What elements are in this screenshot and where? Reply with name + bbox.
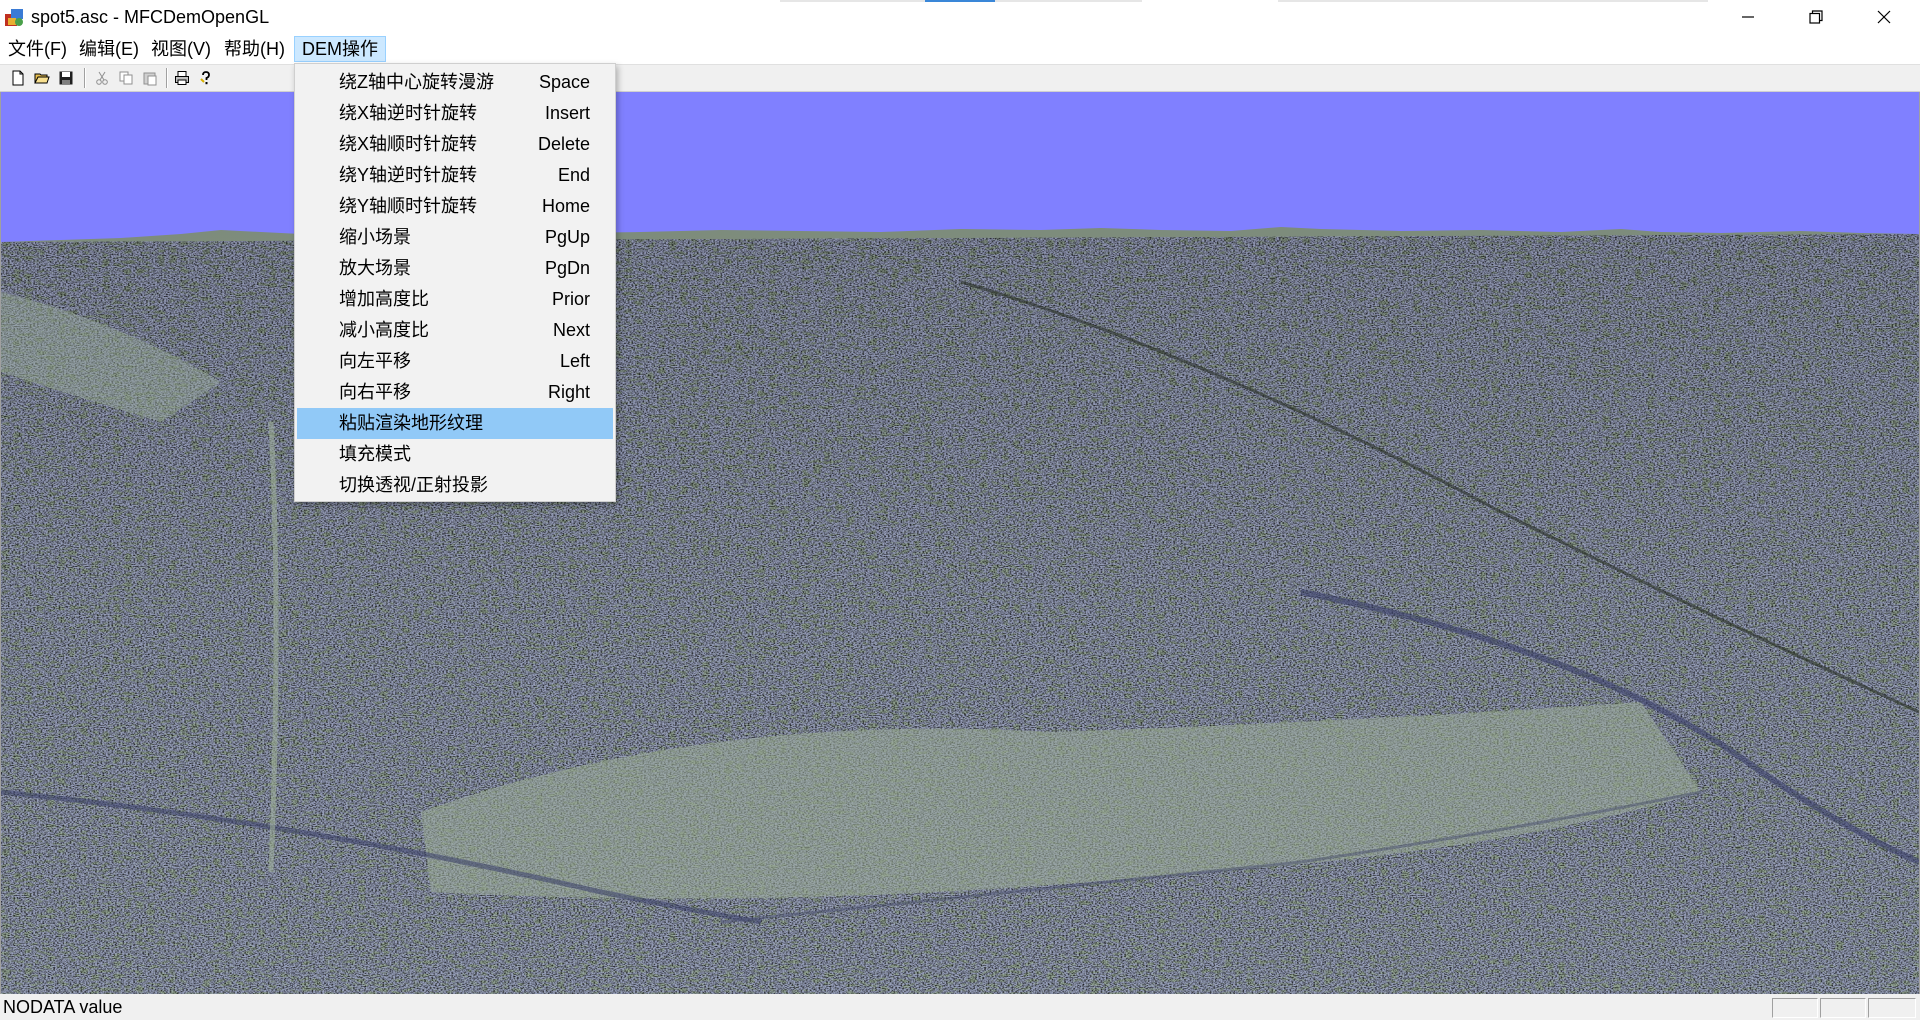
menu-item-shortcut: Left <box>559 351 590 371</box>
menu-file[interactable]: 文件(F) <box>1 36 74 62</box>
status-text: NODATA value <box>3 997 123 1017</box>
menu-item-label: 绕Y轴顺时针旋转 <box>339 196 478 216</box>
menu-item-shortcut: PgDn <box>544 258 590 278</box>
terrain-render <box>1 92 1919 994</box>
window-title: spot5.asc - MFCDemOpenGL <box>31 7 270 27</box>
menu-edit[interactable]: 编辑(E) <box>72 36 146 62</box>
menu-item-label: 绕Z轴中心旋转漫游 <box>339 72 494 92</box>
menu-item-shortcut: Delete <box>537 134 590 154</box>
menu-item-rotate-y-ccw[interactable]: 绕Y轴逆时针旋转 End <box>297 160 613 191</box>
dem-operations-menu: 绕Z轴中心旋转漫游 Space 绕X轴逆时针旋转 Insert 绕X轴顺时针旋转… <box>294 63 616 502</box>
menu-item-shortcut: Right <box>547 382 590 402</box>
save-disk-icon <box>59 71 73 85</box>
menu-item-label: 切换透视/正射投影 <box>339 475 489 495</box>
minimize-button[interactable] <box>1714 0 1782 34</box>
title-bar: spot5.asc - MFCDemOpenGL <box>0 0 1920 34</box>
minimize-icon <box>1742 16 1754 18</box>
print-button[interactable] <box>172 68 192 88</box>
toolbar-separator <box>166 68 168 88</box>
new-file-button[interactable] <box>8 68 28 88</box>
open-folder-icon <box>34 73 50 84</box>
menu-item-fill-mode[interactable]: 填充模式 <box>297 439 613 470</box>
restore-button[interactable] <box>1782 0 1850 34</box>
menu-item-shortcut: Home <box>541 196 590 216</box>
menu-help[interactable]: 帮助(H) <box>217 36 292 62</box>
paste-icon <box>143 72 157 86</box>
menu-bar: 文件(F) 编辑(E) 视图(V) 帮助(H) DEM操作 <box>0 34 1920 65</box>
menu-item-label: 缩小场景 <box>339 227 411 247</box>
dem-3d-viewport[interactable] <box>0 92 1920 995</box>
menu-item-label: 绕Y轴逆时针旋转 <box>339 165 478 185</box>
cut-icon <box>96 71 108 85</box>
menu-item-zoom-in[interactable]: 放大场景 PgDn <box>297 253 613 284</box>
menu-item-shortcut: PgUp <box>544 227 590 247</box>
close-button[interactable] <box>1850 0 1918 34</box>
status-pane-caps <box>1772 998 1818 1018</box>
menu-item-shortcut: Insert <box>544 103 590 123</box>
open-button[interactable] <box>32 68 52 88</box>
menu-item-decrease-height-ratio[interactable]: 减小高度比 Next <box>297 315 613 346</box>
menu-item-shortcut: Space <box>538 72 590 92</box>
status-bar: NODATA value <box>0 994 1920 1020</box>
print-icon <box>175 71 189 85</box>
help-icon <box>200 71 210 85</box>
menu-item-label: 绕X轴逆时针旋转 <box>339 103 478 123</box>
menu-item-label: 增加高度比 <box>339 289 429 309</box>
menu-item-increase-height-ratio[interactable]: 增加高度比 Prior <box>297 284 613 315</box>
menu-item-pan-right[interactable]: 向右平移 Right <box>297 377 613 408</box>
title-bar-divider <box>1278 0 1708 2</box>
copy-button[interactable] <box>116 68 136 88</box>
save-button[interactable] <box>56 68 76 88</box>
cut-button[interactable] <box>92 68 112 88</box>
menu-item-label: 绕X轴顺时针旋转 <box>339 134 478 154</box>
menu-item-shortcut: End <box>557 165 590 185</box>
new-file-icon <box>12 70 24 86</box>
menu-item-label: 粘贴渲染地形纹理 <box>339 413 483 433</box>
toolbar <box>0 65 1920 92</box>
menu-item-rotate-x-ccw[interactable]: 绕X轴逆时针旋转 Insert <box>297 98 613 129</box>
menu-item-toggle-projection[interactable]: 切换透视/正射投影 <box>297 470 613 501</box>
menu-item-paste-terrain-texture[interactable]: 粘贴渲染地形纹理 <box>297 408 613 439</box>
menu-item-label: 减小高度比 <box>339 320 429 340</box>
menu-item-shortcut: Next <box>552 320 590 340</box>
menu-dem-operations[interactable]: DEM操作 <box>294 36 386 62</box>
app-icon <box>3 6 25 28</box>
menu-item-shortcut: Prior <box>551 289 590 309</box>
menu-item-pan-left[interactable]: 向左平移 Left <box>297 346 613 377</box>
title-bar-accent <box>925 0 995 2</box>
menu-item-zoom-out[interactable]: 缩小场景 PgUp <box>297 222 613 253</box>
paste-button[interactable] <box>140 68 160 88</box>
menu-item-label: 放大场景 <box>339 258 411 278</box>
menu-item-rotate-x-cw[interactable]: 绕X轴顺时针旋转 Delete <box>297 129 613 160</box>
about-button[interactable] <box>196 68 216 88</box>
status-pane-scroll <box>1868 998 1916 1018</box>
status-pane-num <box>1820 998 1866 1018</box>
restore-icon <box>1809 10 1823 24</box>
menu-item-label: 向左平移 <box>339 351 411 371</box>
copy-icon <box>119 71 133 85</box>
close-icon <box>1877 10 1891 24</box>
toolbar-separator <box>84 68 86 88</box>
menu-item-rotate-y-cw[interactable]: 绕Y轴顺时针旋转 Home <box>297 191 613 222</box>
menu-view[interactable]: 视图(V) <box>144 36 218 62</box>
menu-item-label: 填充模式 <box>339 444 411 464</box>
menu-item-rotate-z-orbit[interactable]: 绕Z轴中心旋转漫游 Space <box>297 67 613 98</box>
menu-item-label: 向右平移 <box>339 382 411 402</box>
